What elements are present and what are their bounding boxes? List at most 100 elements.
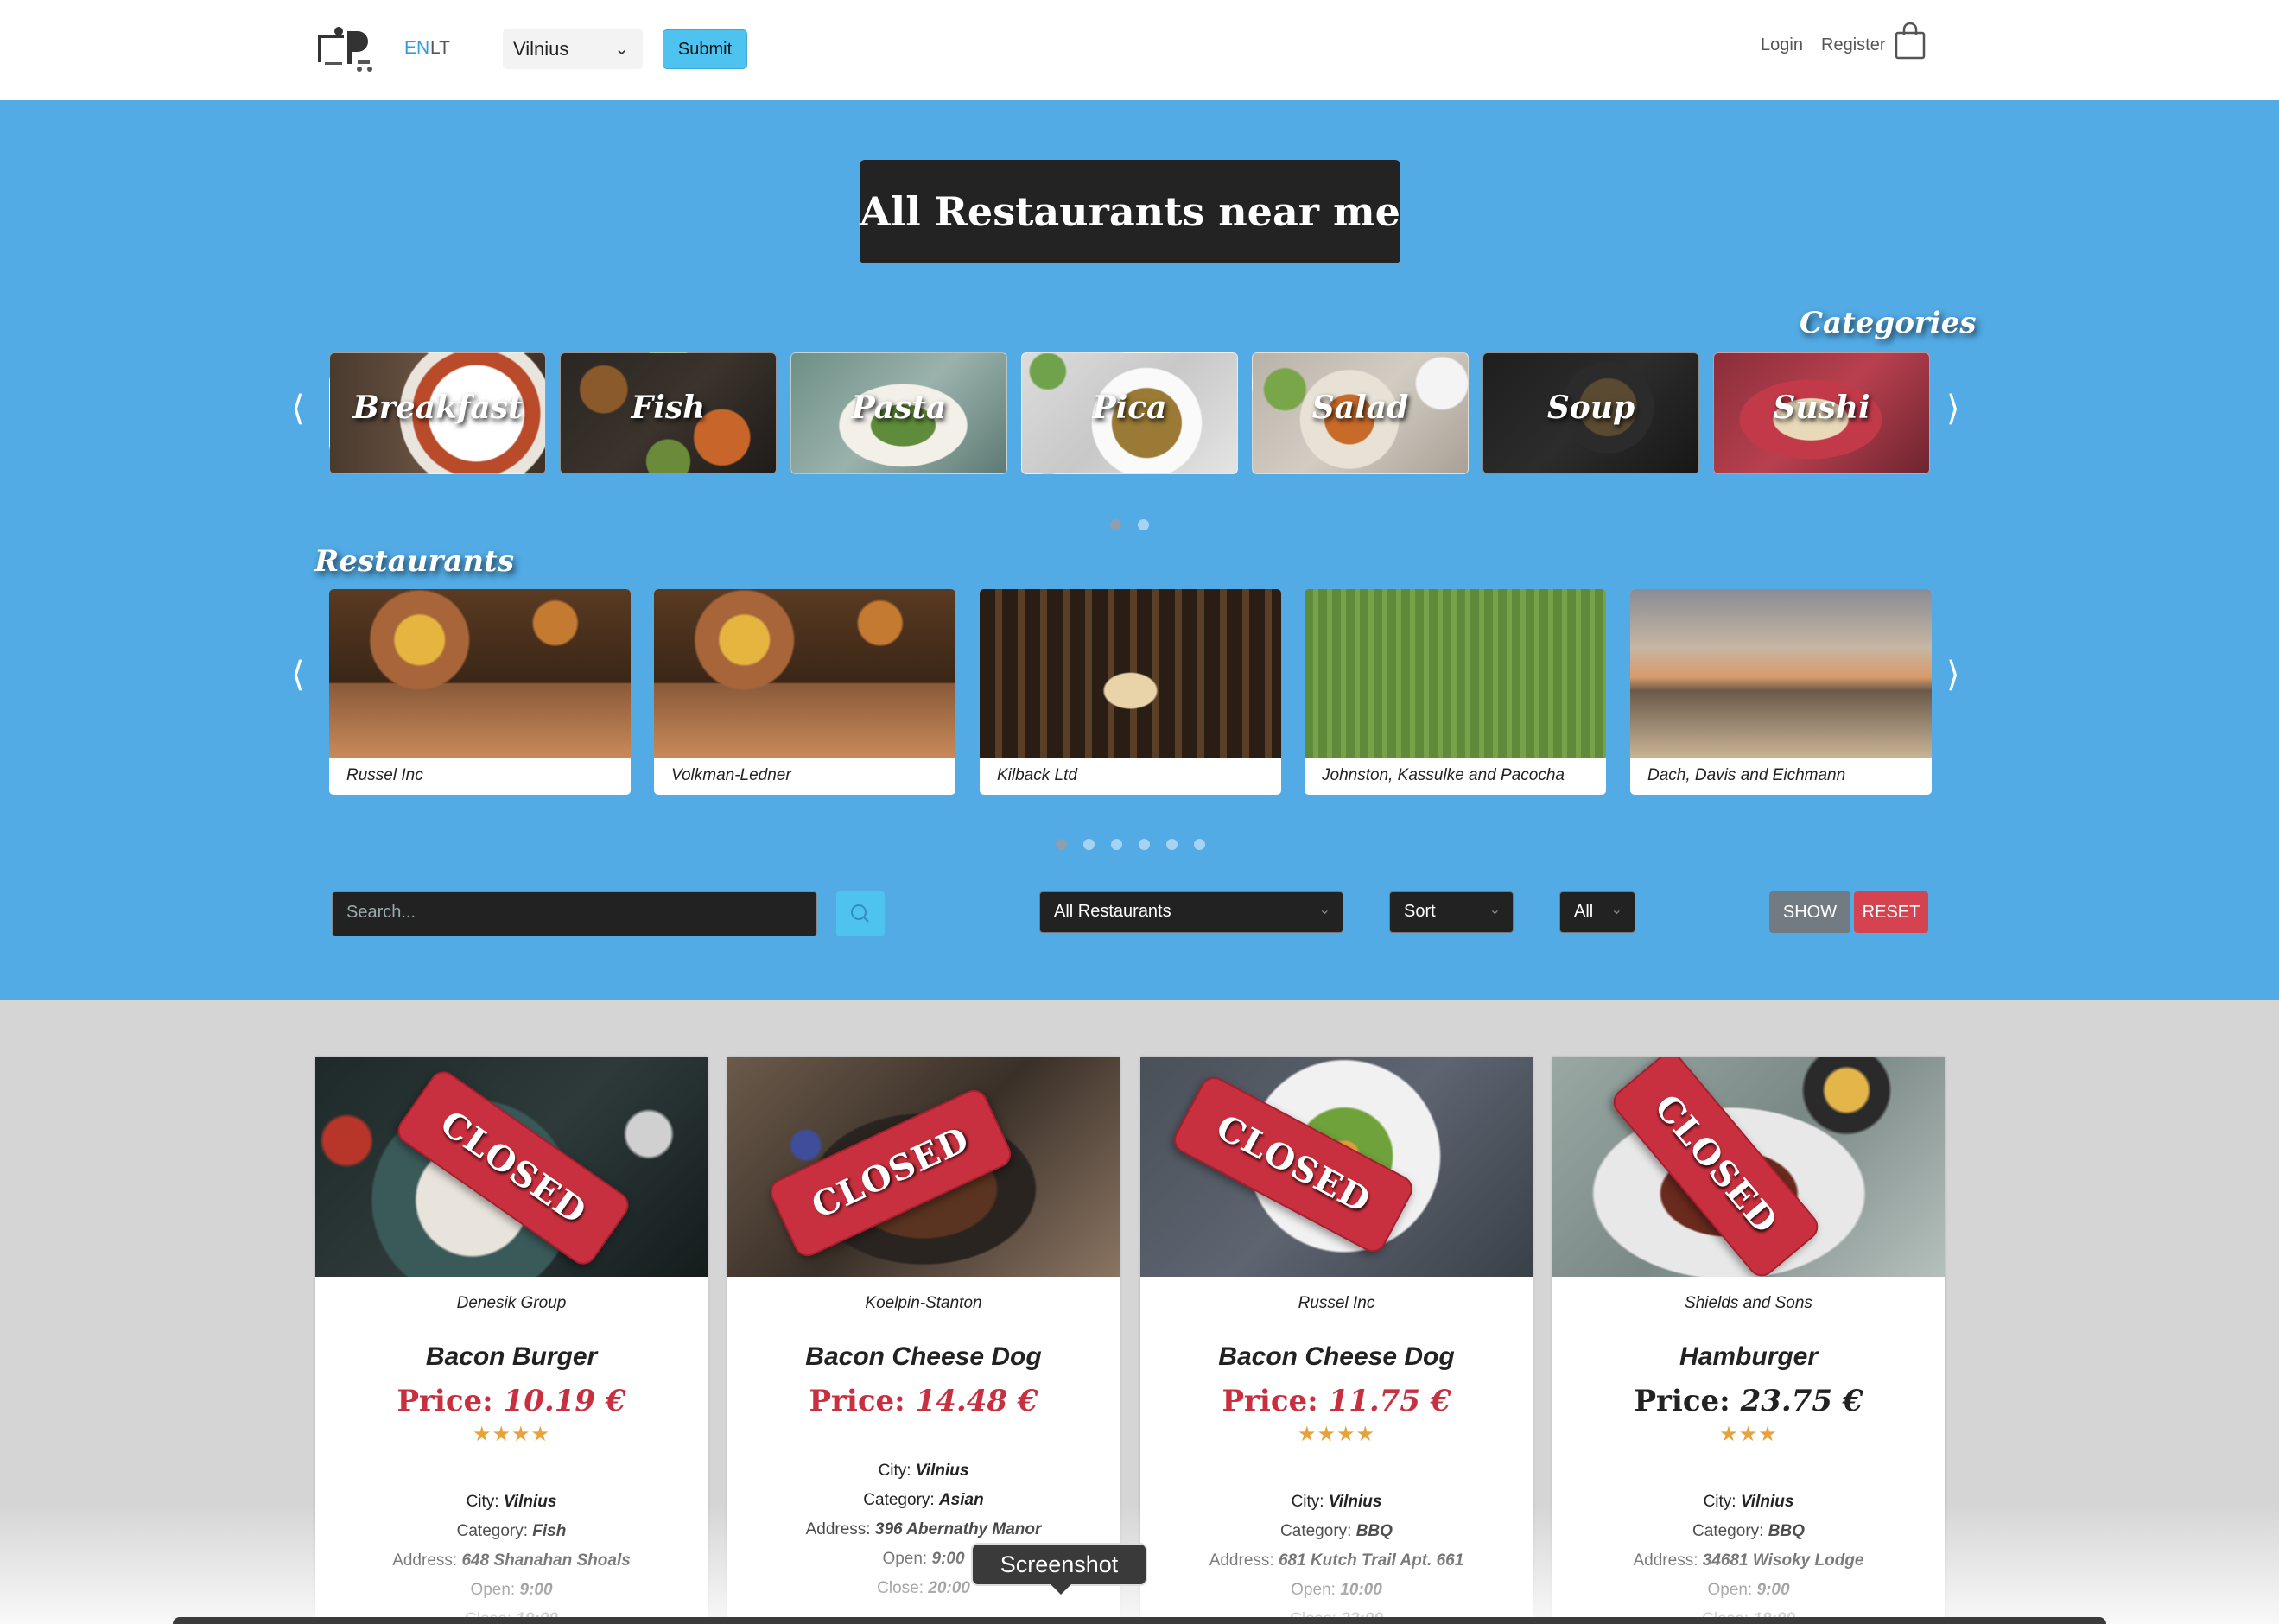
price-label: Price: <box>397 1384 493 1418</box>
category-card-salad[interactable]: Salad <box>1252 352 1469 474</box>
closed-badge: CLOSED <box>392 1066 634 1270</box>
restaurant-card[interactable]: Dach, Davis and Eichmann <box>1630 589 1932 795</box>
show-button[interactable]: SHOW <box>1769 891 1850 933</box>
address-label: Address: <box>392 1551 458 1570</box>
restaurant-photo <box>1305 589 1606 758</box>
restaurant-filter-select[interactable]: All Restaurants ⌄ <box>1039 891 1343 933</box>
price-value: 10.19 € <box>503 1384 626 1418</box>
closed-badge: CLOSED <box>1608 1057 1824 1277</box>
restaurants-dot-1[interactable] <box>1056 839 1067 850</box>
lang-en-link[interactable]: EN <box>404 38 429 59</box>
product-city: City: Vilnius <box>1140 1493 1533 1512</box>
restaurant-name: Volkman-Ledner <box>671 766 791 784</box>
search-placeholder: Search... <box>346 903 416 922</box>
price-label: Price: <box>1634 1384 1730 1418</box>
restaurants-dot-5[interactable] <box>1166 839 1178 850</box>
category-card-soup[interactable]: Soup <box>1482 352 1699 474</box>
sort-value: Sort <box>1404 902 1436 921</box>
chevron-down-icon: ⌄ <box>614 40 629 59</box>
restaurant-photo <box>980 589 1281 758</box>
login-link[interactable]: Login <box>1761 35 1803 55</box>
price-value: 11.75 € <box>1328 1384 1451 1418</box>
product-city: City: Vilnius <box>1552 1493 1945 1512</box>
address-value: 34681 Wisoky Lodge <box>1702 1551 1864 1570</box>
categories-dot-2[interactable] <box>1138 519 1149 530</box>
restaurants-dot-3[interactable] <box>1111 839 1122 850</box>
category-card-fish[interactable]: Fish <box>560 352 777 474</box>
product-image: CLOSED <box>1552 1057 1945 1277</box>
category-label: Category: <box>863 1491 935 1509</box>
logo-icon[interactable] <box>316 26 382 74</box>
price-value: 23.75 € <box>1740 1384 1863 1418</box>
category-card-pasta[interactable]: Pasta <box>790 352 1007 474</box>
open-label: Open: <box>1707 1581 1753 1599</box>
submit-button[interactable]: Submit <box>663 29 747 69</box>
restaurant-name: Johnston, Kassulke and Pacocha <box>1322 766 1565 784</box>
category-value: BBQ <box>1355 1522 1393 1540</box>
city-label: City: <box>1703 1493 1736 1511</box>
categories-next-arrow[interactable]: ⟩ <box>1946 389 1960 428</box>
restaurant-card[interactable]: Johnston, Kassulke and Pacocha <box>1305 589 1606 795</box>
city-value: Vilnius <box>1740 1493 1794 1511</box>
product-vendor: Russel Inc <box>1298 1294 1375 1312</box>
rating-stars: ★★★★ <box>472 1423 551 1446</box>
category-card-sushi[interactable]: Sushi <box>1713 352 1930 474</box>
product-name: Bacon Cheese Dog <box>1218 1342 1455 1371</box>
restaurant-card[interactable]: Volkman-Ledner <box>654 589 955 795</box>
rating-stars: ★★★★ <box>1297 1423 1376 1446</box>
tooltip-pointer <box>1051 1584 1071 1595</box>
open-label: Open: <box>1291 1581 1336 1599</box>
category-value: Asian <box>938 1491 984 1509</box>
product-card[interactable]: CLOSED Russel Inc Bacon Cheese Dog Price… <box>1140 1057 1533 1624</box>
product-vendor: Shields and Sons <box>1685 1294 1812 1312</box>
restaurants-dot-2[interactable] <box>1083 839 1095 850</box>
categories-prev-arrow[interactable]: ⟨ <box>291 389 305 428</box>
page-title: All Restaurants near me <box>860 160 1400 263</box>
product-name: Bacon Cheese Dog <box>805 1342 1042 1371</box>
dock-bar <box>173 1617 2106 1624</box>
product-open: Open: 9:00 <box>1552 1581 1945 1600</box>
restaurant-card[interactable]: Russel Inc <box>329 589 631 795</box>
category-name: Salad <box>1311 390 1409 426</box>
product-address: Address: 648 Shanahan Shoals <box>315 1551 708 1570</box>
categories-dot-1[interactable] <box>1110 519 1121 530</box>
category-card-pica[interactable]: Pica <box>1021 352 1238 474</box>
product-category: Category: BBQ <box>1140 1522 1533 1541</box>
search-button[interactable] <box>836 891 885 936</box>
product-price: Price: 23.75 € <box>1552 1384 1945 1418</box>
shopping-bag-icon[interactable] <box>1894 22 1927 60</box>
category-value: Fish <box>532 1522 567 1540</box>
address-label: Address: <box>1209 1551 1274 1570</box>
category-card-breakfast[interactable]: Breakfast <box>329 352 546 474</box>
product-name: Hamburger <box>1679 1342 1819 1371</box>
city-select[interactable]: Vilnius ⌄ <box>503 29 643 69</box>
register-link[interactable]: Register <box>1821 35 1885 55</box>
open-label: Open: <box>882 1550 928 1568</box>
category-name: Fish <box>631 390 706 426</box>
restaurants-dot-6[interactable] <box>1194 839 1205 850</box>
restaurant-card[interactable]: Kilback Ltd <box>980 589 1281 795</box>
city-value: Vilnius <box>915 1462 969 1480</box>
restaurants-next-arrow[interactable]: ⟩ <box>1946 655 1960 695</box>
restaurants-prev-arrow[interactable]: ⟨ <box>291 655 305 695</box>
city-label: City: <box>1291 1493 1324 1511</box>
city-select-value: Vilnius <box>513 38 569 60</box>
sort-select[interactable]: Sort ⌄ <box>1389 891 1514 933</box>
product-card[interactable]: CLOSED Denesik Group Bacon Burger Price:… <box>315 1057 708 1624</box>
restaurant-name: Kilback Ltd <box>997 766 1077 784</box>
rating-filter-select[interactable]: All ⌄ <box>1559 891 1635 933</box>
closed-badge: CLOSED <box>765 1085 1016 1261</box>
screenshot-tooltip: Screenshot <box>971 1543 1147 1586</box>
product-open: Open: 10:00 <box>1140 1581 1533 1600</box>
open-label: Open: <box>470 1581 516 1599</box>
restaurants-heading: Restaurants <box>314 544 514 579</box>
rating-filter-value: All <box>1574 902 1594 921</box>
restaurant-photo <box>654 589 955 758</box>
product-card[interactable]: CLOSED Koelpin-Stanton Bacon Cheese Dog … <box>727 1057 1120 1624</box>
product-card[interactable]: CLOSED Shields and Sons Hamburger Price:… <box>1552 1057 1945 1624</box>
lang-lt-link[interactable]: LT <box>430 38 450 59</box>
reset-button[interactable]: RESET <box>1854 891 1928 933</box>
restaurants-dot-4[interactable] <box>1139 839 1150 850</box>
category-label: Category: <box>1280 1522 1352 1540</box>
search-input[interactable]: Search... <box>332 891 817 936</box>
